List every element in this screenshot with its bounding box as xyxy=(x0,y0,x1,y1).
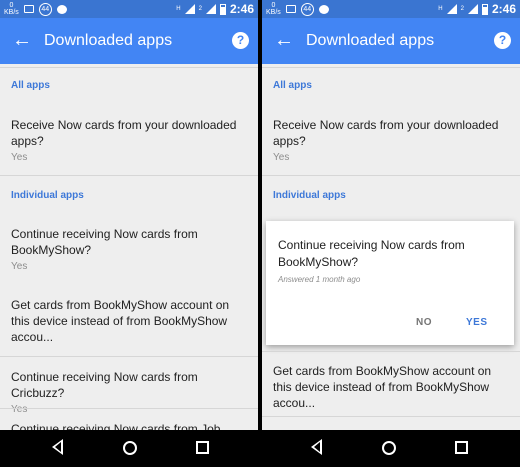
image-notification-icon xyxy=(285,5,296,13)
sim1-label: H xyxy=(176,6,181,12)
navigation-bar xyxy=(0,430,520,467)
setting-title: Receive Now cards from your downloaded a… xyxy=(273,118,499,148)
dialog-title: Continue receiving Now cards from BookMy… xyxy=(278,238,465,269)
setting-title: Get cards from BookMyShow account on thi… xyxy=(11,298,230,344)
divider xyxy=(262,64,520,68)
divider xyxy=(0,356,258,357)
clock: 2:46 xyxy=(229,2,254,16)
help-icon[interactable]: ? xyxy=(494,32,511,49)
divider xyxy=(0,64,258,68)
left-screen: 0 KB/s 44 H 2 2:46 ← Downloaded apps ? A… xyxy=(0,0,258,430)
setting-bookmyshow-account[interactable]: Get cards from BookMyShow account on thi… xyxy=(262,363,520,411)
setting-value: Yes xyxy=(11,152,28,163)
section-header-all-apps: All apps xyxy=(11,80,50,91)
settings-list: All apps Receive Now cards from your dow… xyxy=(0,64,258,430)
setting-bookmyshow-cards[interactable]: Continue receiving Now cards from BookMy… xyxy=(0,226,258,272)
section-header-individual-apps: Individual apps xyxy=(273,190,346,201)
dialog-subtitle: Answered 1 month ago xyxy=(278,275,361,284)
right-screen: 0 KB/s 44 H 2 2:46 ← Downloaded apps ? A… xyxy=(262,0,520,430)
confirm-dialog: Continue receiving Now cards from BookMy… xyxy=(266,221,514,345)
network-speed: 0 KB/s xyxy=(4,2,19,16)
section-header-individual-apps: Individual apps xyxy=(11,190,84,201)
notification-count-icon: 44 xyxy=(38,2,52,16)
nav-home-icon[interactable] xyxy=(382,441,396,455)
nav-home-icon[interactable] xyxy=(123,441,137,455)
signal-sim2-icon xyxy=(467,4,478,14)
setting-value: Yes xyxy=(11,261,28,272)
divider xyxy=(262,416,520,417)
toolbar: ← Downloaded apps ? xyxy=(0,18,258,64)
nav-recents-icon[interactable] xyxy=(196,441,209,454)
status-bar: 0 KB/s 44 H 2 2:46 xyxy=(0,0,258,18)
notification-count-icon: 44 xyxy=(300,2,314,16)
divider xyxy=(0,175,258,176)
battery-icon xyxy=(219,3,226,15)
page-title: Downloaded apps xyxy=(306,32,435,49)
back-arrow-icon[interactable]: ← xyxy=(12,27,32,53)
nav-back-icon[interactable] xyxy=(52,439,63,455)
signal-sim2-icon xyxy=(205,4,216,14)
chat-notification-icon xyxy=(318,4,329,14)
signal-sim1-icon xyxy=(184,4,195,14)
setting-title: Continue receiving Now cards from Cricbu… xyxy=(11,370,198,400)
setting-bookmyshow-account[interactable]: Get cards from BookMyShow account on thi… xyxy=(0,297,258,345)
divider xyxy=(0,408,258,409)
sim1-label: H xyxy=(438,6,443,12)
setting-all-apps[interactable]: Receive Now cards from your downloaded a… xyxy=(262,117,520,163)
signal-sim1-icon xyxy=(446,4,457,14)
setting-job-cards[interactable]: Continue receiving Now cards from Job xyxy=(0,421,258,430)
status-bar: 0 KB/s 44 H 2 2:46 xyxy=(262,0,520,18)
toolbar: ← Downloaded apps ? xyxy=(262,18,520,64)
network-speed: 0 KB/s xyxy=(266,2,281,16)
setting-title: Continue receiving Now cards from Job xyxy=(11,422,221,430)
image-notification-icon xyxy=(23,5,34,13)
battery-icon xyxy=(481,3,488,15)
yes-button[interactable]: YES xyxy=(466,317,488,328)
divider xyxy=(262,175,520,176)
nav-back-icon[interactable] xyxy=(311,439,322,455)
setting-title: Continue receiving Now cards from BookMy… xyxy=(11,227,198,257)
chat-notification-icon xyxy=(56,4,67,14)
no-button[interactable]: NO xyxy=(416,317,432,328)
help-icon[interactable]: ? xyxy=(232,32,249,49)
nav-recents-icon[interactable] xyxy=(455,441,468,454)
setting-value: Yes xyxy=(11,404,28,415)
back-arrow-icon[interactable]: ← xyxy=(274,27,294,53)
page-title: Downloaded apps xyxy=(44,32,173,49)
divider xyxy=(262,351,520,352)
settings-list: All apps Receive Now cards from your dow… xyxy=(262,64,520,430)
section-header-all-apps: All apps xyxy=(273,80,312,91)
clock: 2:46 xyxy=(491,2,516,16)
setting-title: Receive Now cards from your downloaded a… xyxy=(11,118,237,148)
sim2-label: 2 xyxy=(460,6,464,12)
setting-value: Yes xyxy=(273,152,290,163)
setting-all-apps[interactable]: Receive Now cards from your downloaded a… xyxy=(0,117,258,163)
setting-title: Get cards from BookMyShow account on thi… xyxy=(273,364,492,410)
sim2-label: 2 xyxy=(198,6,202,12)
